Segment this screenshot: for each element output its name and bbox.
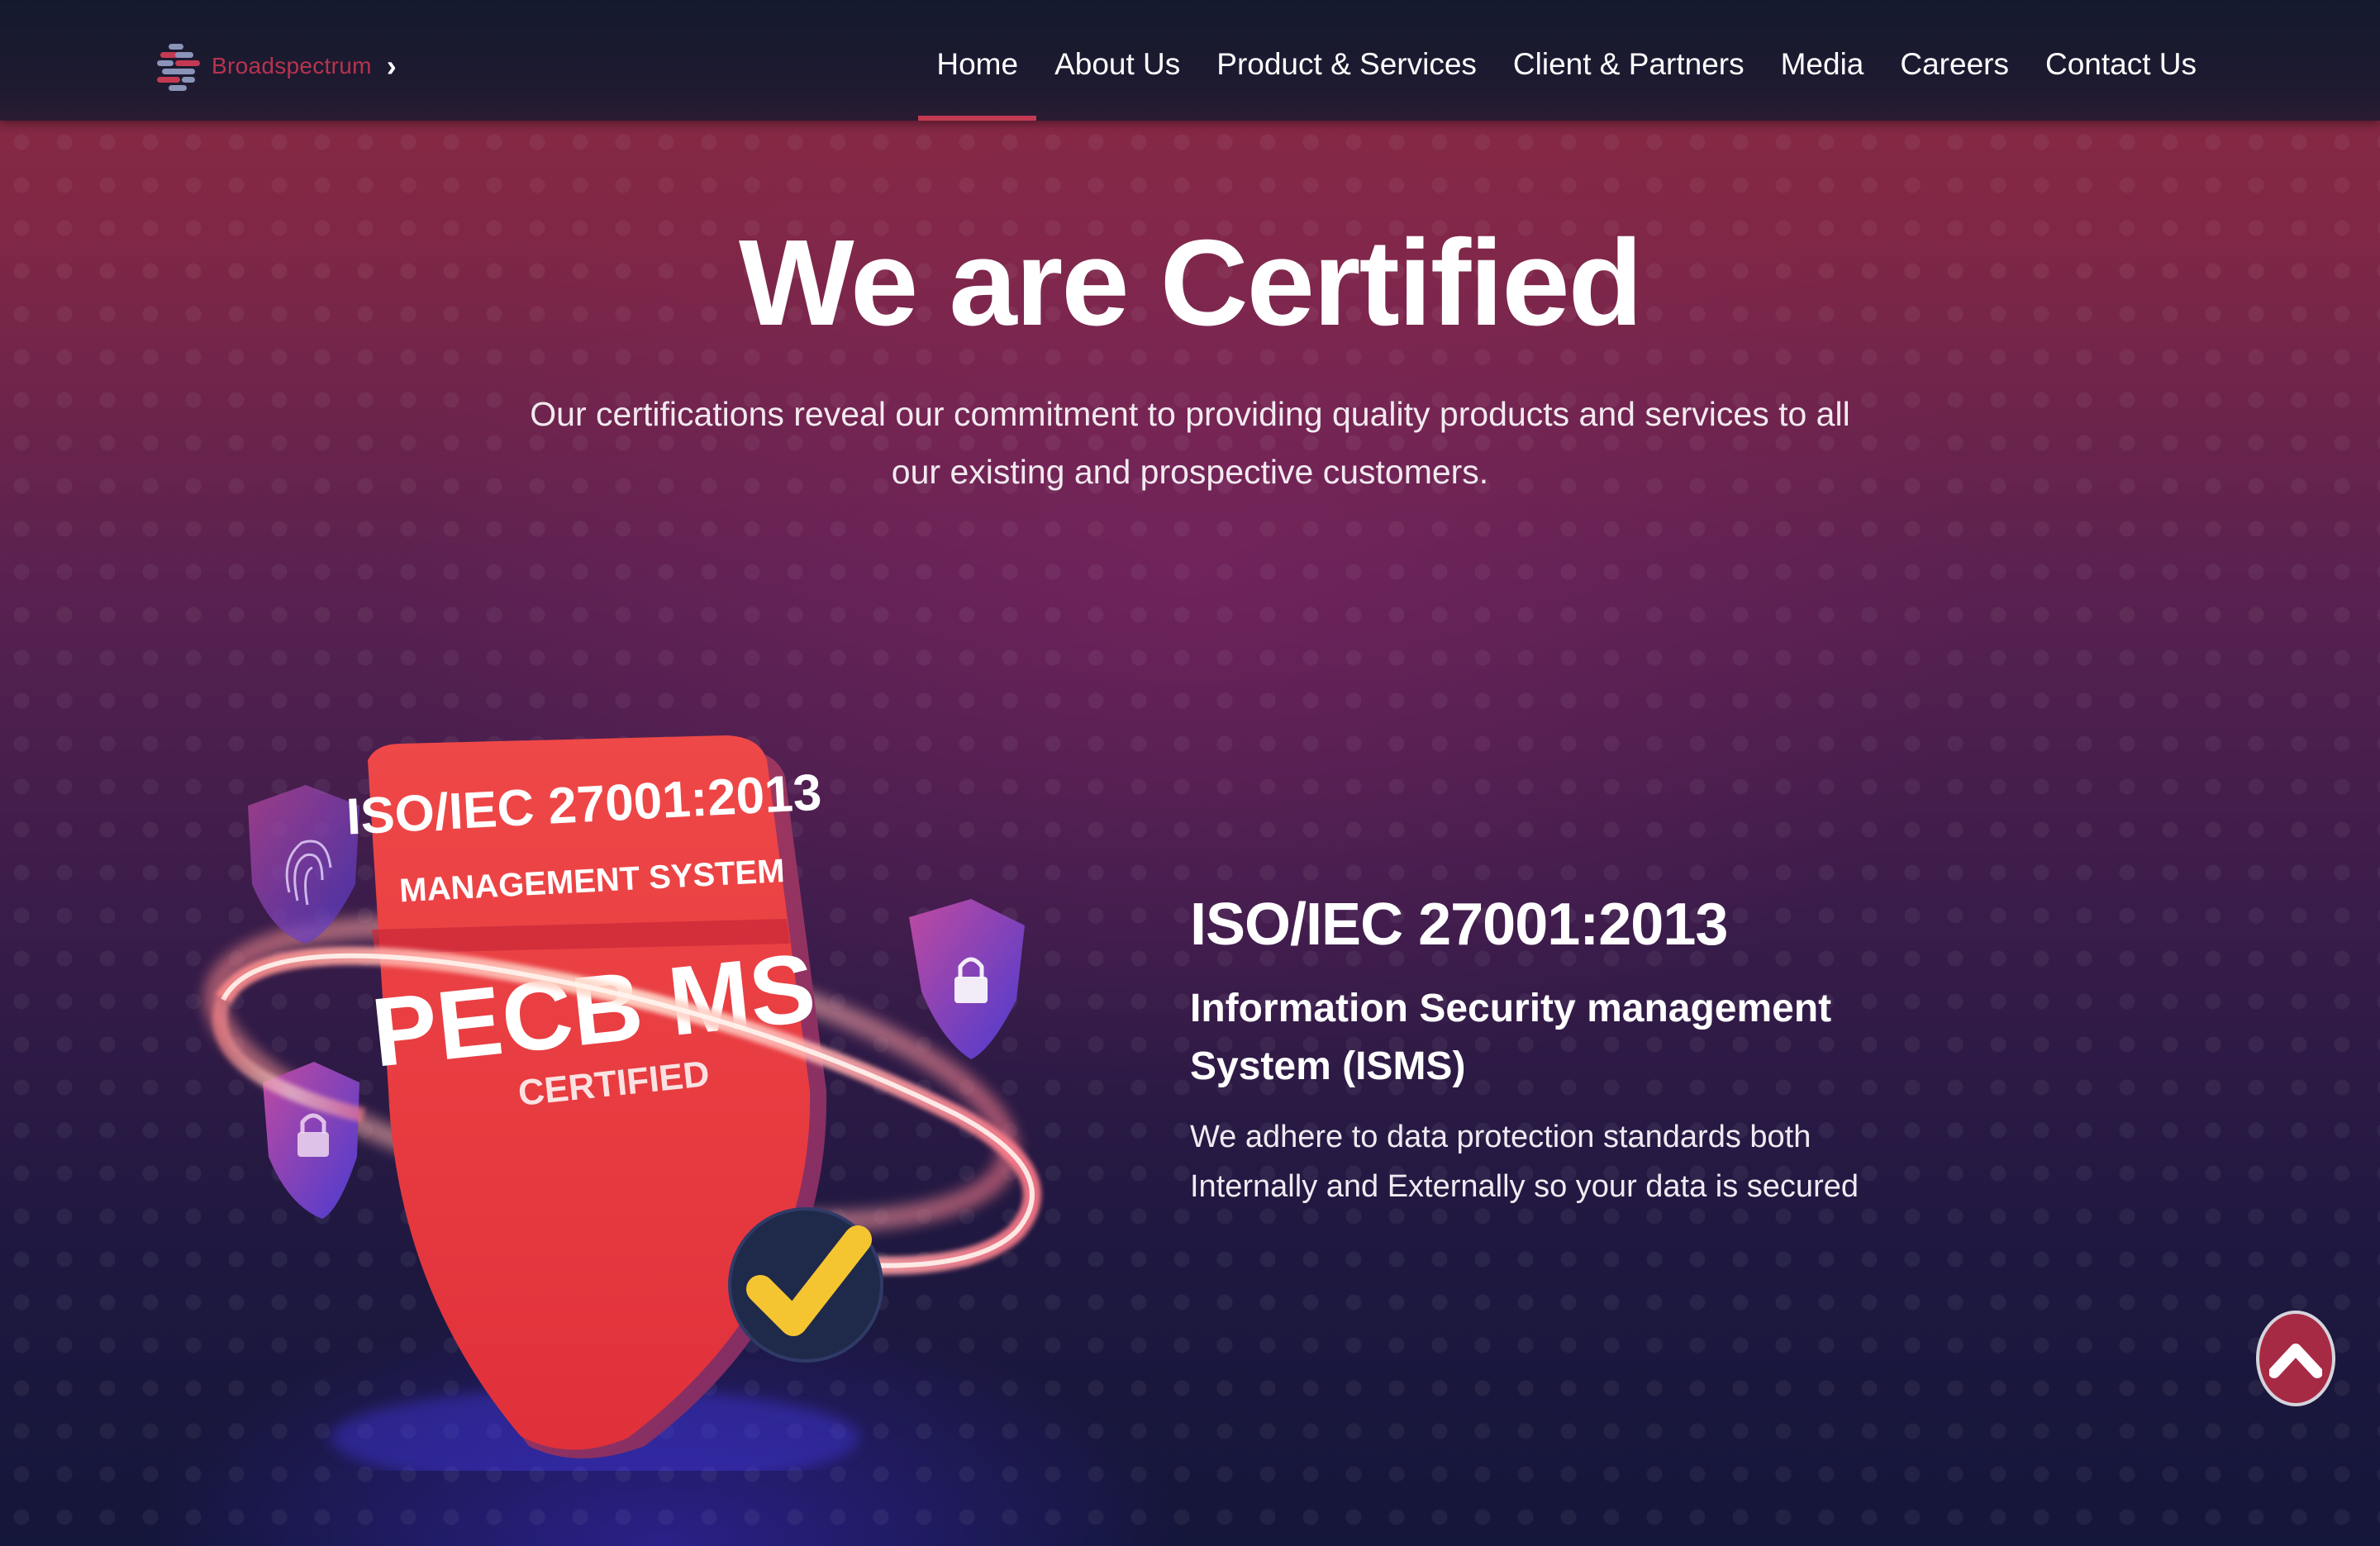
scroll-to-top-inner: [2259, 1314, 2332, 1403]
nav-item-product-services[interactable]: Product & Services: [1198, 40, 1495, 89]
lock-shield-icon: [909, 899, 1025, 1059]
chevron-up-icon: [2269, 1344, 2322, 1378]
chevron-right-icon: ›: [386, 49, 397, 83]
certification-subtitle: Information Security management System (…: [1190, 987, 1832, 1088]
main-menu: Home About Us Product & Services Client …: [918, 40, 2215, 121]
brand-name: Broadspectrum: [212, 53, 372, 78]
nav-item-careers[interactable]: Careers: [1882, 40, 2027, 89]
hero-subtitle: Our certifications reveal our commitment…: [530, 395, 1850, 491]
nav-item-about-us[interactable]: About Us: [1036, 40, 1198, 89]
nav-item-client-partners[interactable]: Client & Partners: [1495, 40, 1763, 89]
scroll-to-top-button[interactable]: [2256, 1311, 2335, 1406]
nav-item-contact-us[interactable]: Contact Us: [2027, 40, 2215, 89]
certification-description: We adhere to data protection standards b…: [1190, 1120, 1859, 1204]
brand-logo-link[interactable]: Broadspectrum ›: [157, 41, 397, 91]
brand-logo-icon: [157, 42, 202, 91]
certification-title: ISO/IEC 27001:2013: [1190, 892, 1728, 958]
top-navigation: Broadspectrum › Home About Us Product & …: [0, 0, 2380, 121]
certificate-badge-illustration: ISO/IEC 27001:2013 MANAGEMENT SYSTEM PEC…: [203, 735, 1041, 1471]
nav-item-home[interactable]: Home: [918, 40, 1036, 121]
nav-item-media[interactable]: Media: [1763, 40, 1883, 89]
checkmark-icon: [728, 1207, 883, 1363]
page-title: We are Certified: [738, 215, 1643, 351]
